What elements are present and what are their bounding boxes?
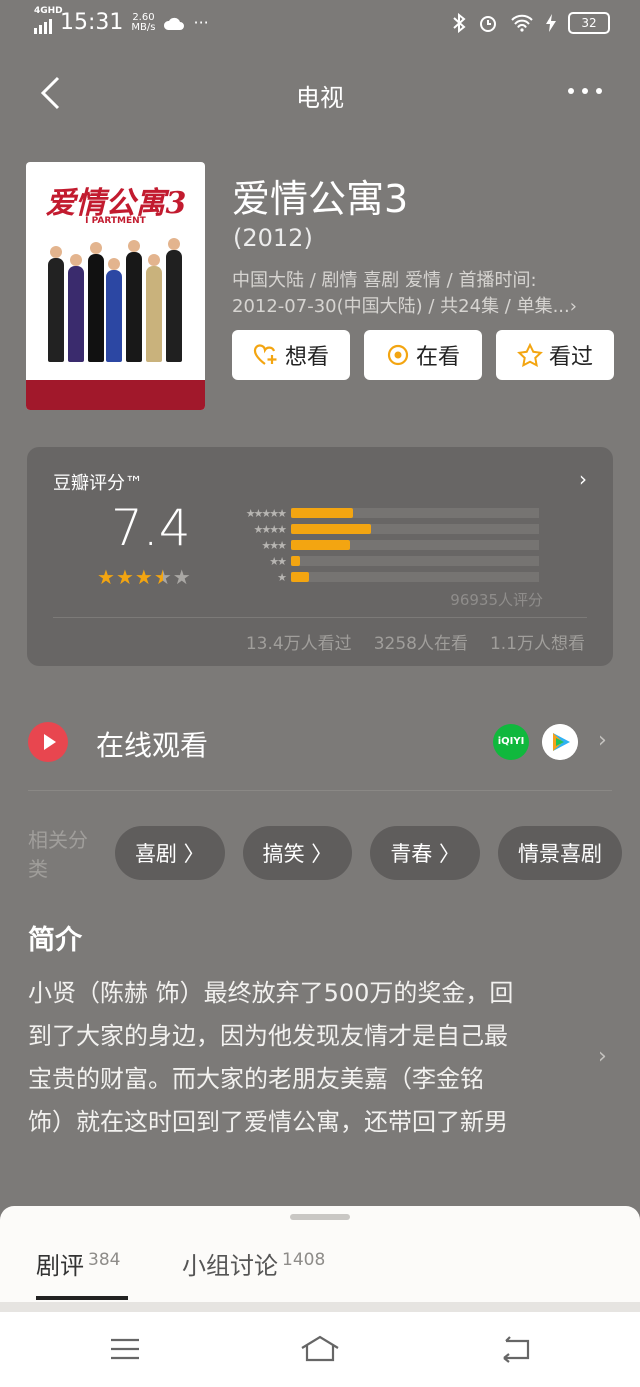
online-watch-label: 在线观看 — [96, 729, 209, 762]
tag-youth[interactable]: 青春 〉 — [370, 826, 480, 880]
show-year: (2012) — [233, 224, 313, 252]
watching-button[interactable]: 在看 — [364, 330, 482, 380]
tag-comedy[interactable]: 喜剧 〉 — [114, 826, 225, 880]
synopsis-text[interactable]: 小贤（陈赫 饰）最终放弃了500万的奖金，回 到了大家的身边，因为他发现友情才是… — [28, 972, 578, 1144]
divider — [53, 617, 587, 618]
distribution-track — [291, 508, 539, 518]
system-nav-bar — [0, 1312, 640, 1387]
back-nav-icon[interactable] — [498, 1334, 532, 1364]
bluetooth-icon — [453, 13, 466, 33]
want-to-watch-button[interactable]: 想看 — [232, 330, 350, 380]
menu-icon[interactable] — [108, 1334, 142, 1364]
drag-handle[interactable] — [290, 1214, 350, 1220]
distribution-bar — [291, 540, 350, 550]
distribution-track — [291, 556, 539, 566]
related-categories-label: 相关分类 — [28, 828, 88, 881]
want-count[interactable]: 1.1万人想看 — [490, 629, 585, 654]
distribution-bar — [291, 556, 300, 566]
target-circle-icon — [387, 344, 409, 366]
cloud-icon — [164, 17, 185, 30]
top-nav: 电视 — [0, 60, 640, 126]
poster-figures — [42, 232, 192, 362]
status-bar: 4GHD 15:31 2.60 MB/s ··· 32 — [0, 0, 640, 50]
home-icon[interactable] — [298, 1334, 342, 1364]
distribution-bar — [291, 508, 353, 518]
audience-stats: 13.4万人看过 3258人在看 1.1万人想看 — [246, 629, 585, 654]
star-full-icon: ★ — [134, 565, 153, 589]
rating-distribution: ★★★★★ ★★★★ ★★★ ★★ ★ — [223, 505, 539, 585]
related-categories: 相关分类 喜剧 〉 搞笑 〉 青春 〉 情景喜剧 — [28, 826, 640, 881]
alarm-icon — [480, 16, 496, 32]
rating-score: 7.4 — [111, 499, 191, 557]
wifi-icon — [511, 14, 533, 32]
rating-distribution-row: ★★★★★ — [223, 505, 539, 521]
star-full-icon: ★ — [115, 565, 134, 589]
rating-card[interactable]: 豆瓣评分™ › 7.4 ★ ★ ★ ★ ★ ★★★★★ ★★★★ ★★★ ★★ ★ 96… — [27, 447, 613, 666]
distribution-stars: ★★ — [269, 554, 287, 568]
rating-distribution-row: ★★★ — [223, 537, 539, 553]
divider — [28, 790, 612, 791]
active-tab-indicator — [36, 1296, 128, 1300]
chevron-right-icon: › — [598, 1044, 607, 1069]
distribution-stars: ★★★★ — [253, 522, 287, 536]
distribution-bar — [291, 524, 371, 534]
page-title: 电视 — [296, 84, 344, 112]
chevron-right-icon: › — [579, 467, 587, 491]
distribution-track — [291, 540, 539, 550]
distribution-stars: ★ — [277, 570, 287, 584]
rating-label: 豆瓣评分™ — [53, 473, 143, 494]
rating-stars: ★ ★ ★ ★ ★ — [97, 565, 191, 589]
iqiyi-logo-icon[interactable]: iQIYI — [493, 724, 529, 760]
tag-funny[interactable]: 搞笑 〉 — [242, 826, 353, 880]
signal-icon: 4GHD — [34, 6, 63, 34]
heart-plus-icon — [253, 344, 277, 365]
network-type: 4GHD — [34, 5, 63, 16]
show-meta[interactable]: 中国大陆 / 剧情 喜剧 爱情 / 首播时间: 2012-07-30(中国大陆)… — [232, 268, 612, 320]
seen-count[interactable]: 13.4万人看过 — [246, 629, 352, 654]
star-half-icon: ★ — [153, 565, 172, 589]
watching-count[interactable]: 3258人在看 — [374, 629, 468, 654]
charging-icon — [546, 14, 556, 32]
more-icon[interactable] — [568, 88, 602, 94]
rating-count: 96935人评分 — [450, 591, 543, 609]
play-icon — [28, 722, 68, 762]
battery-indicator: 32 — [568, 12, 610, 34]
action-buttons: 想看 在看 看过 — [232, 330, 614, 380]
more-status-icon: ··· — [193, 13, 209, 32]
star-full-icon: ★ — [97, 565, 115, 589]
clock: 15:31 — [60, 10, 124, 35]
rating-distribution-row: ★ — [223, 569, 539, 585]
star-empty-icon: ★ — [172, 565, 191, 589]
synopsis-heading: 简介 — [28, 925, 82, 956]
network-speed: 2.60 MB/s — [131, 11, 156, 33]
tencent-video-logo-icon[interactable] — [542, 724, 578, 760]
tab-group-discussion[interactable]: 小组讨论 1408 — [182, 1246, 325, 1281]
distribution-stars: ★★★★★ — [245, 506, 287, 520]
rating-distribution-row: ★★ — [223, 553, 539, 569]
poster-band — [26, 380, 205, 410]
online-watch-row[interactable]: 在线观看 iQIYI › — [0, 718, 640, 768]
tab-reviews[interactable]: 剧评 384 — [36, 1246, 120, 1281]
rating-distribution-row: ★★★★ — [223, 521, 539, 537]
poster-image[interactable]: 爱情公寓3 I PARTMENT — [26, 162, 205, 410]
star-outline-icon — [517, 343, 543, 367]
bottom-sheet: 剧评 384 小组讨论 1408 — [0, 1206, 640, 1306]
poster-subtitle: I PARTMENT — [85, 216, 146, 226]
watched-button[interactable]: 看过 — [496, 330, 614, 380]
divider — [0, 1302, 640, 1312]
distribution-track — [291, 524, 539, 534]
chevron-right-icon: › — [598, 728, 607, 753]
show-title: 爱情公寓3 — [232, 177, 409, 221]
distribution-bar — [291, 572, 309, 582]
distribution-track — [291, 572, 539, 582]
tag-sitcom[interactable]: 情景喜剧 — [498, 826, 622, 880]
distribution-stars: ★★★ — [261, 538, 287, 552]
